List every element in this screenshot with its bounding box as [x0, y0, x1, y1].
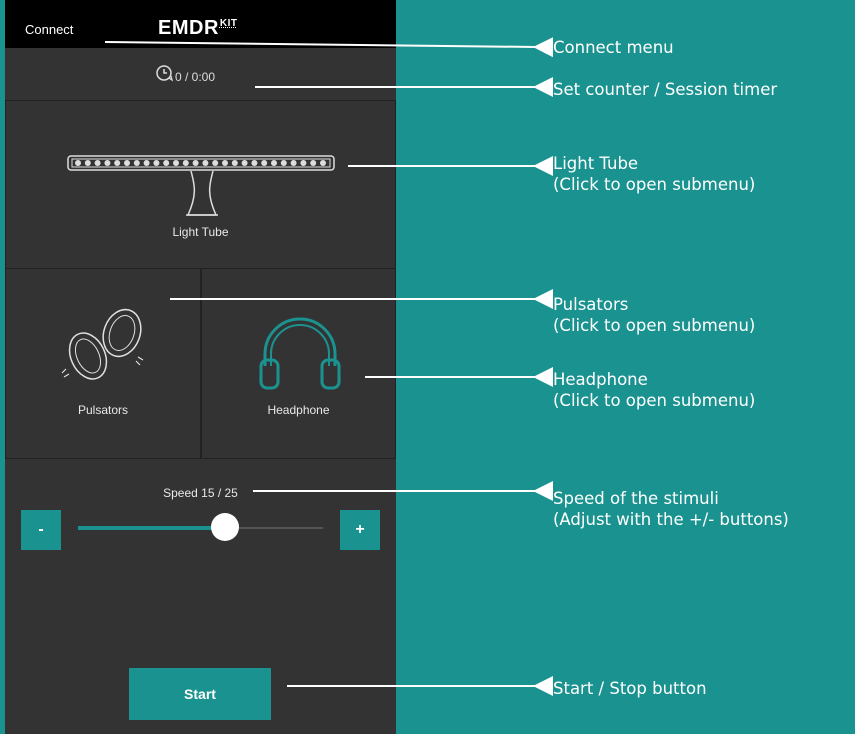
annotation-start: Start / Stop button: [553, 679, 707, 698]
annotation-headphone: Headphone (Click to open submenu): [553, 370, 756, 410]
annotation-arrows: [104, 37, 554, 696]
annotation-connect: Connect menu: [553, 38, 674, 57]
annotation-light-tube: Light Tube (Click to open submenu): [553, 154, 756, 194]
annotation-pulsators: Pulsators (Click to open submenu): [553, 295, 756, 335]
annotation-speed: Speed of the stimuli (Adjust with the +/…: [553, 489, 789, 529]
annotation-timer: Set counter / Session timer: [553, 80, 778, 99]
arrow-connect: [104, 37, 554, 58]
